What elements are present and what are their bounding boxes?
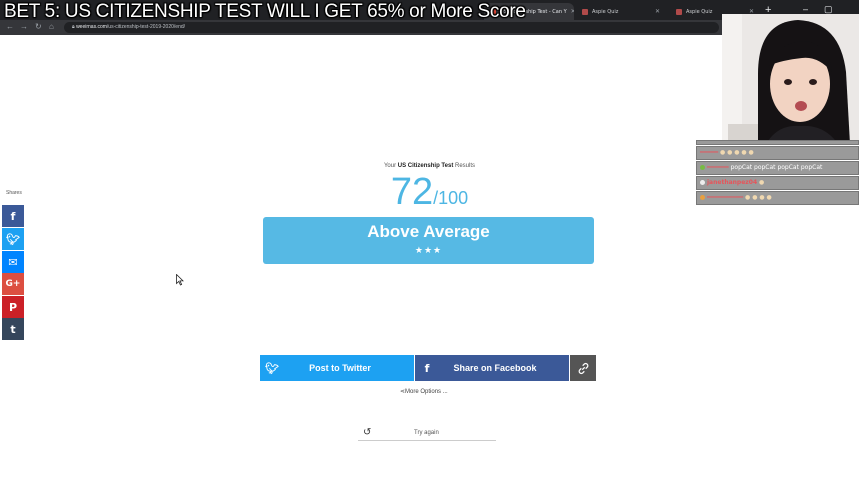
messenger-share-button[interactable]: ✉: [2, 251, 24, 273]
badge-icon: [700, 195, 705, 200]
score-value: 72: [390, 171, 434, 213]
try-again-button[interactable]: ↺ Try again: [358, 425, 496, 441]
copy-link-button[interactable]: [570, 355, 596, 381]
stream-overlay-title: BET 5: US CITIZENSHIP TEST WILL I GET 65…: [4, 1, 526, 22]
verdict-text: Above Average: [367, 222, 490, 241]
chat-message: ━━━━━ ● ● ● ● ●: [696, 146, 859, 160]
post-to-twitter-label: Post to Twitter: [309, 363, 371, 373]
tab-favicon: [582, 8, 588, 15]
chat-message: ━━━━━━━━━━ ● ● ● ●: [696, 191, 859, 205]
chat-username: ━━━━━: [700, 149, 719, 156]
badge-icon: [700, 180, 705, 185]
tumblr-share-button[interactable]: t: [2, 318, 24, 340]
chat-message: ━━━━━━ popCat popCat popCat popCat: [696, 161, 859, 175]
url-path: /us-citizenship-test-2019-2020/end/: [106, 24, 186, 30]
link-icon: [578, 362, 588, 374]
pinterest-share-button[interactable]: P: [2, 296, 24, 318]
messenger-icon: ✉: [8, 255, 18, 269]
tab-aspie-quiz-1[interactable]: Aspie Quiz ✕: [576, 3, 666, 20]
twitter-icon: 🐦︎: [265, 361, 279, 375]
result-heading-prefix: Your: [383, 163, 397, 169]
facebook-icon: f: [424, 361, 430, 375]
score-max: /100: [433, 188, 469, 208]
home-icon[interactable]: ⌂: [49, 22, 54, 32]
close-tab-icon[interactable]: ✕: [651, 8, 660, 15]
emote-icons: ● ● ● ●: [745, 194, 772, 201]
chat-username: ━━━━━━━━━━: [707, 194, 744, 201]
post-to-twitter-button[interactable]: 🐦︎ Post to Twitter: [260, 355, 414, 381]
reload-icon[interactable]: ↻: [35, 22, 42, 32]
google-plus-icon: G+: [5, 279, 21, 289]
mouse-cursor-icon: [176, 274, 184, 286]
pinterest-icon: P: [8, 300, 18, 314]
share-on-facebook-button[interactable]: f Share on Facebook: [415, 355, 569, 381]
streamer-webcam-image: [722, 14, 859, 144]
try-again-label: Try again: [414, 430, 439, 436]
badge-icon: [700, 165, 705, 170]
google-plus-share-button[interactable]: G+: [2, 273, 24, 295]
twitter-share-button[interactable]: 🐦︎: [2, 228, 24, 250]
retry-icon: ↺: [363, 427, 372, 438]
tab-label: Aspie Quiz: [592, 8, 619, 15]
share-on-facebook-label: Share on Facebook: [453, 363, 537, 373]
result-heading-test-name: US Citizenship Test: [397, 163, 454, 169]
chat-message: janethanpez04 ●: [696, 176, 859, 190]
url-domain: weeirnas.com: [76, 24, 107, 30]
forward-icon[interactable]: →: [20, 22, 28, 32]
back-icon[interactable]: ←: [6, 22, 14, 32]
chat-text: popCat popCat popCat popCat: [730, 164, 823, 171]
chat-overlay: ━━━━━ ● ● ● ● ● ━━━━━━ popCat popCat pop…: [696, 140, 859, 206]
tab-label: Aspie Quiz: [686, 8, 713, 15]
verdict-stars: ★★★: [414, 245, 443, 255]
twitter-icon: 🐦︎: [6, 232, 20, 246]
emote-icons: ● ● ● ● ●: [719, 149, 754, 156]
webcam-overlay: [722, 14, 859, 144]
more-options-label: More Options ...: [405, 389, 448, 395]
chat-username: janethanpez04: [707, 179, 758, 186]
chat-username: ━━━━━━: [707, 164, 729, 171]
tab-favicon: [676, 8, 682, 15]
more-options-link[interactable]: ⋖More Options ...: [400, 388, 448, 395]
verdict-banner: Above Average ★★★: [263, 217, 594, 264]
close-tab-icon[interactable]: ✕: [567, 8, 574, 15]
result-heading-suffix: Results: [455, 163, 476, 169]
screenshot: US Citizenship Test - Can Y ✕ Aspie Quiz…: [0, 0, 859, 481]
emote-icons: ●: [759, 179, 765, 186]
chat-message: [696, 140, 859, 145]
address-bar[interactable]: 🔒︎ weeirnas.com/us-citizenship-test-2019…: [64, 22, 719, 33]
tumblr-icon: t: [10, 322, 16, 336]
